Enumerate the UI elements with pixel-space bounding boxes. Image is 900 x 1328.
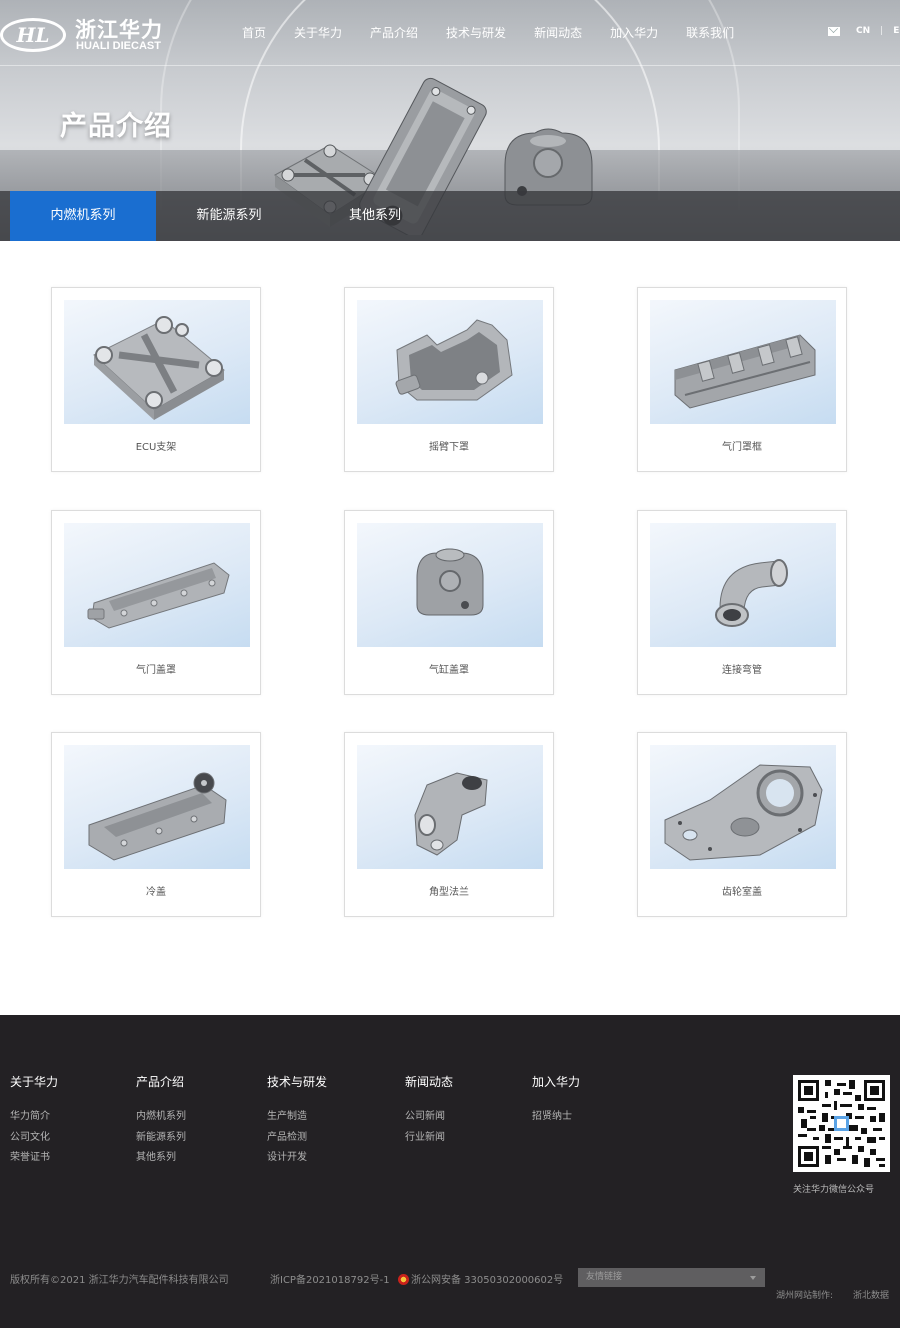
lang-separator: | <box>880 26 884 36</box>
footer-col-about: 关于华力 华力简介 公司文化 荣誉证书 <box>10 1073 58 1169</box>
product-name: 齿轮室盖 <box>722 887 762 898</box>
nav-products[interactable]: 产品介绍 <box>370 22 418 44</box>
mail-icon[interactable] <box>828 26 840 36</box>
nav-join[interactable]: 加入华力 <box>610 22 658 44</box>
logo-mark: HL <box>0 18 66 52</box>
product-name: 角型法兰 <box>429 887 469 898</box>
main-nav: 首页 关于华力 产品介绍 技术与研发 新闻动态 加入华力 联系我们 <box>242 22 762 44</box>
product-name: 气门盖罩 <box>136 665 176 676</box>
product-card[interactable]: 冷盖 <box>51 732 261 917</box>
footer-link[interactable]: 内燃机系列 <box>136 1107 186 1128</box>
nav-technology[interactable]: 技术与研发 <box>446 22 506 44</box>
cooling-cover-icon <box>64 745 250 869</box>
product-card[interactable]: 气门盖罩 <box>51 510 261 695</box>
product-name: 气缸盖罩 <box>429 665 469 676</box>
copyright-text: 版权所有©2021 浙江华力汽车配件科技有限公司 <box>10 1275 229 1286</box>
nav-contact[interactable]: 联系我们 <box>686 22 734 44</box>
qr-caption: 关注华力微信公众号 <box>793 1185 875 1195</box>
footer-col-news: 新闻动态 公司新闻 行业新闻 <box>405 1073 453 1148</box>
footer-link[interactable]: 公司文化 <box>10 1128 58 1149</box>
header-tools: CN | EN <box>828 26 900 36</box>
chevron-down-icon <box>750 1276 756 1280</box>
valve-cover-icon <box>64 523 250 647</box>
site-footer: 关于华力 华力简介 公司文化 荣誉证书 产品介绍 内燃机系列 新能源系列 其他系… <box>0 1015 900 1328</box>
footer-col-title[interactable]: 加入华力 <box>532 1073 580 1090</box>
category-tabs: 内燃机系列 新能源系列 其他系列 <box>0 191 900 241</box>
credit-company-link[interactable]: 浙北数据 <box>853 1288 889 1301</box>
nav-about[interactable]: 关于华力 <box>294 22 342 44</box>
footer-link[interactable]: 其他系列 <box>136 1148 186 1169</box>
lang-en-link[interactable]: EN <box>893 26 900 36</box>
product-card[interactable]: 齿轮室盖 <box>637 732 847 917</box>
valve-cover-frame-icon <box>650 300 836 424</box>
friend-links-select[interactable]: 友情链接 <box>578 1268 765 1287</box>
logo-name-en: HUALI DIECAST <box>76 40 161 52</box>
hero-banner: HL 浙江华力 HUALI DIECAST 首页 关于华力 产品介绍 技术与研发… <box>0 0 900 241</box>
friend-links-label: 友情链接 <box>586 1272 623 1282</box>
footer-link[interactable]: 招贤纳士 <box>532 1107 580 1128</box>
product-card[interactable]: 气缸盖罩 <box>344 510 554 695</box>
footer-link[interactable]: 华力简介 <box>10 1107 58 1128</box>
ecu-bracket-icon <box>64 300 250 424</box>
product-name: 冷盖 <box>146 887 166 898</box>
nav-home[interactable]: 首页 <box>242 22 266 44</box>
footer-col-title[interactable]: 关于华力 <box>10 1073 58 1090</box>
police-record-text: 浙公网安备 33050302000602号 <box>411 1275 564 1286</box>
police-record[interactable]: 浙公网安备 33050302000602号 <box>398 1271 563 1286</box>
gear-housing-cover-icon <box>650 745 836 869</box>
footer-link[interactable]: 生产制造 <box>267 1107 327 1128</box>
company-logo[interactable]: HL 浙江华力 HUALI DIECAST <box>0 12 170 56</box>
product-card[interactable]: ECU支架 <box>51 287 261 472</box>
footer-link[interactable]: 荣誉证书 <box>10 1148 58 1169</box>
nav-news[interactable]: 新闻动态 <box>534 22 582 44</box>
page-title: 产品介绍 <box>60 111 172 142</box>
footer-link[interactable]: 公司新闻 <box>405 1107 453 1128</box>
footer-col-products: 产品介绍 内燃机系列 新能源系列 其他系列 <box>136 1073 186 1169</box>
product-card[interactable]: 气门罩框 <box>637 287 847 472</box>
footer-link[interactable]: 产品检测 <box>267 1128 327 1149</box>
footer-col-technology: 技术与研发 生产制造 产品检测 设计开发 <box>267 1073 327 1169</box>
product-name: ECU支架 <box>135 442 177 453</box>
cylinder-head-cover-icon <box>357 523 543 647</box>
elbow-pipe-icon <box>650 523 836 647</box>
footer-col-title[interactable]: 新闻动态 <box>405 1073 453 1090</box>
rocker-lower-cover-icon <box>357 300 543 424</box>
product-name: 气门罩框 <box>722 442 762 453</box>
credit-label: 湖州网站制作: <box>776 1291 834 1301</box>
product-card[interactable]: 角型法兰 <box>344 732 554 917</box>
product-name: 连接弯管 <box>722 665 762 676</box>
site-header: HL 浙江华力 HUALI DIECAST 首页 关于华力 产品介绍 技术与研发… <box>0 0 900 66</box>
footer-link[interactable]: 新能源系列 <box>136 1128 186 1149</box>
tab-other-series[interactable]: 其他系列 <box>302 191 448 241</box>
tab-new-energy-series[interactable]: 新能源系列 <box>156 191 302 241</box>
lang-cn-link[interactable]: CN <box>856 26 870 36</box>
wechat-qr-code <box>793 1075 890 1172</box>
footer-col-title[interactable]: 产品介绍 <box>136 1073 186 1090</box>
product-card[interactable]: 摇臂下罩 <box>344 287 554 472</box>
police-badge-icon <box>398 1274 409 1285</box>
footer-link[interactable]: 设计开发 <box>267 1148 327 1169</box>
tab-ice-series[interactable]: 内燃机系列 <box>10 191 156 241</box>
footer-col-title[interactable]: 技术与研发 <box>267 1073 327 1090</box>
footer-link[interactable]: 行业新闻 <box>405 1128 453 1149</box>
product-name: 摇臂下罩 <box>429 442 469 453</box>
product-card[interactable]: 连接弯管 <box>637 510 847 695</box>
angle-flange-icon <box>357 745 543 869</box>
icp-link[interactable]: 浙ICP备2021018792号-1 <box>270 1271 390 1286</box>
footer-col-join: 加入华力 招贤纳士 <box>532 1073 580 1128</box>
